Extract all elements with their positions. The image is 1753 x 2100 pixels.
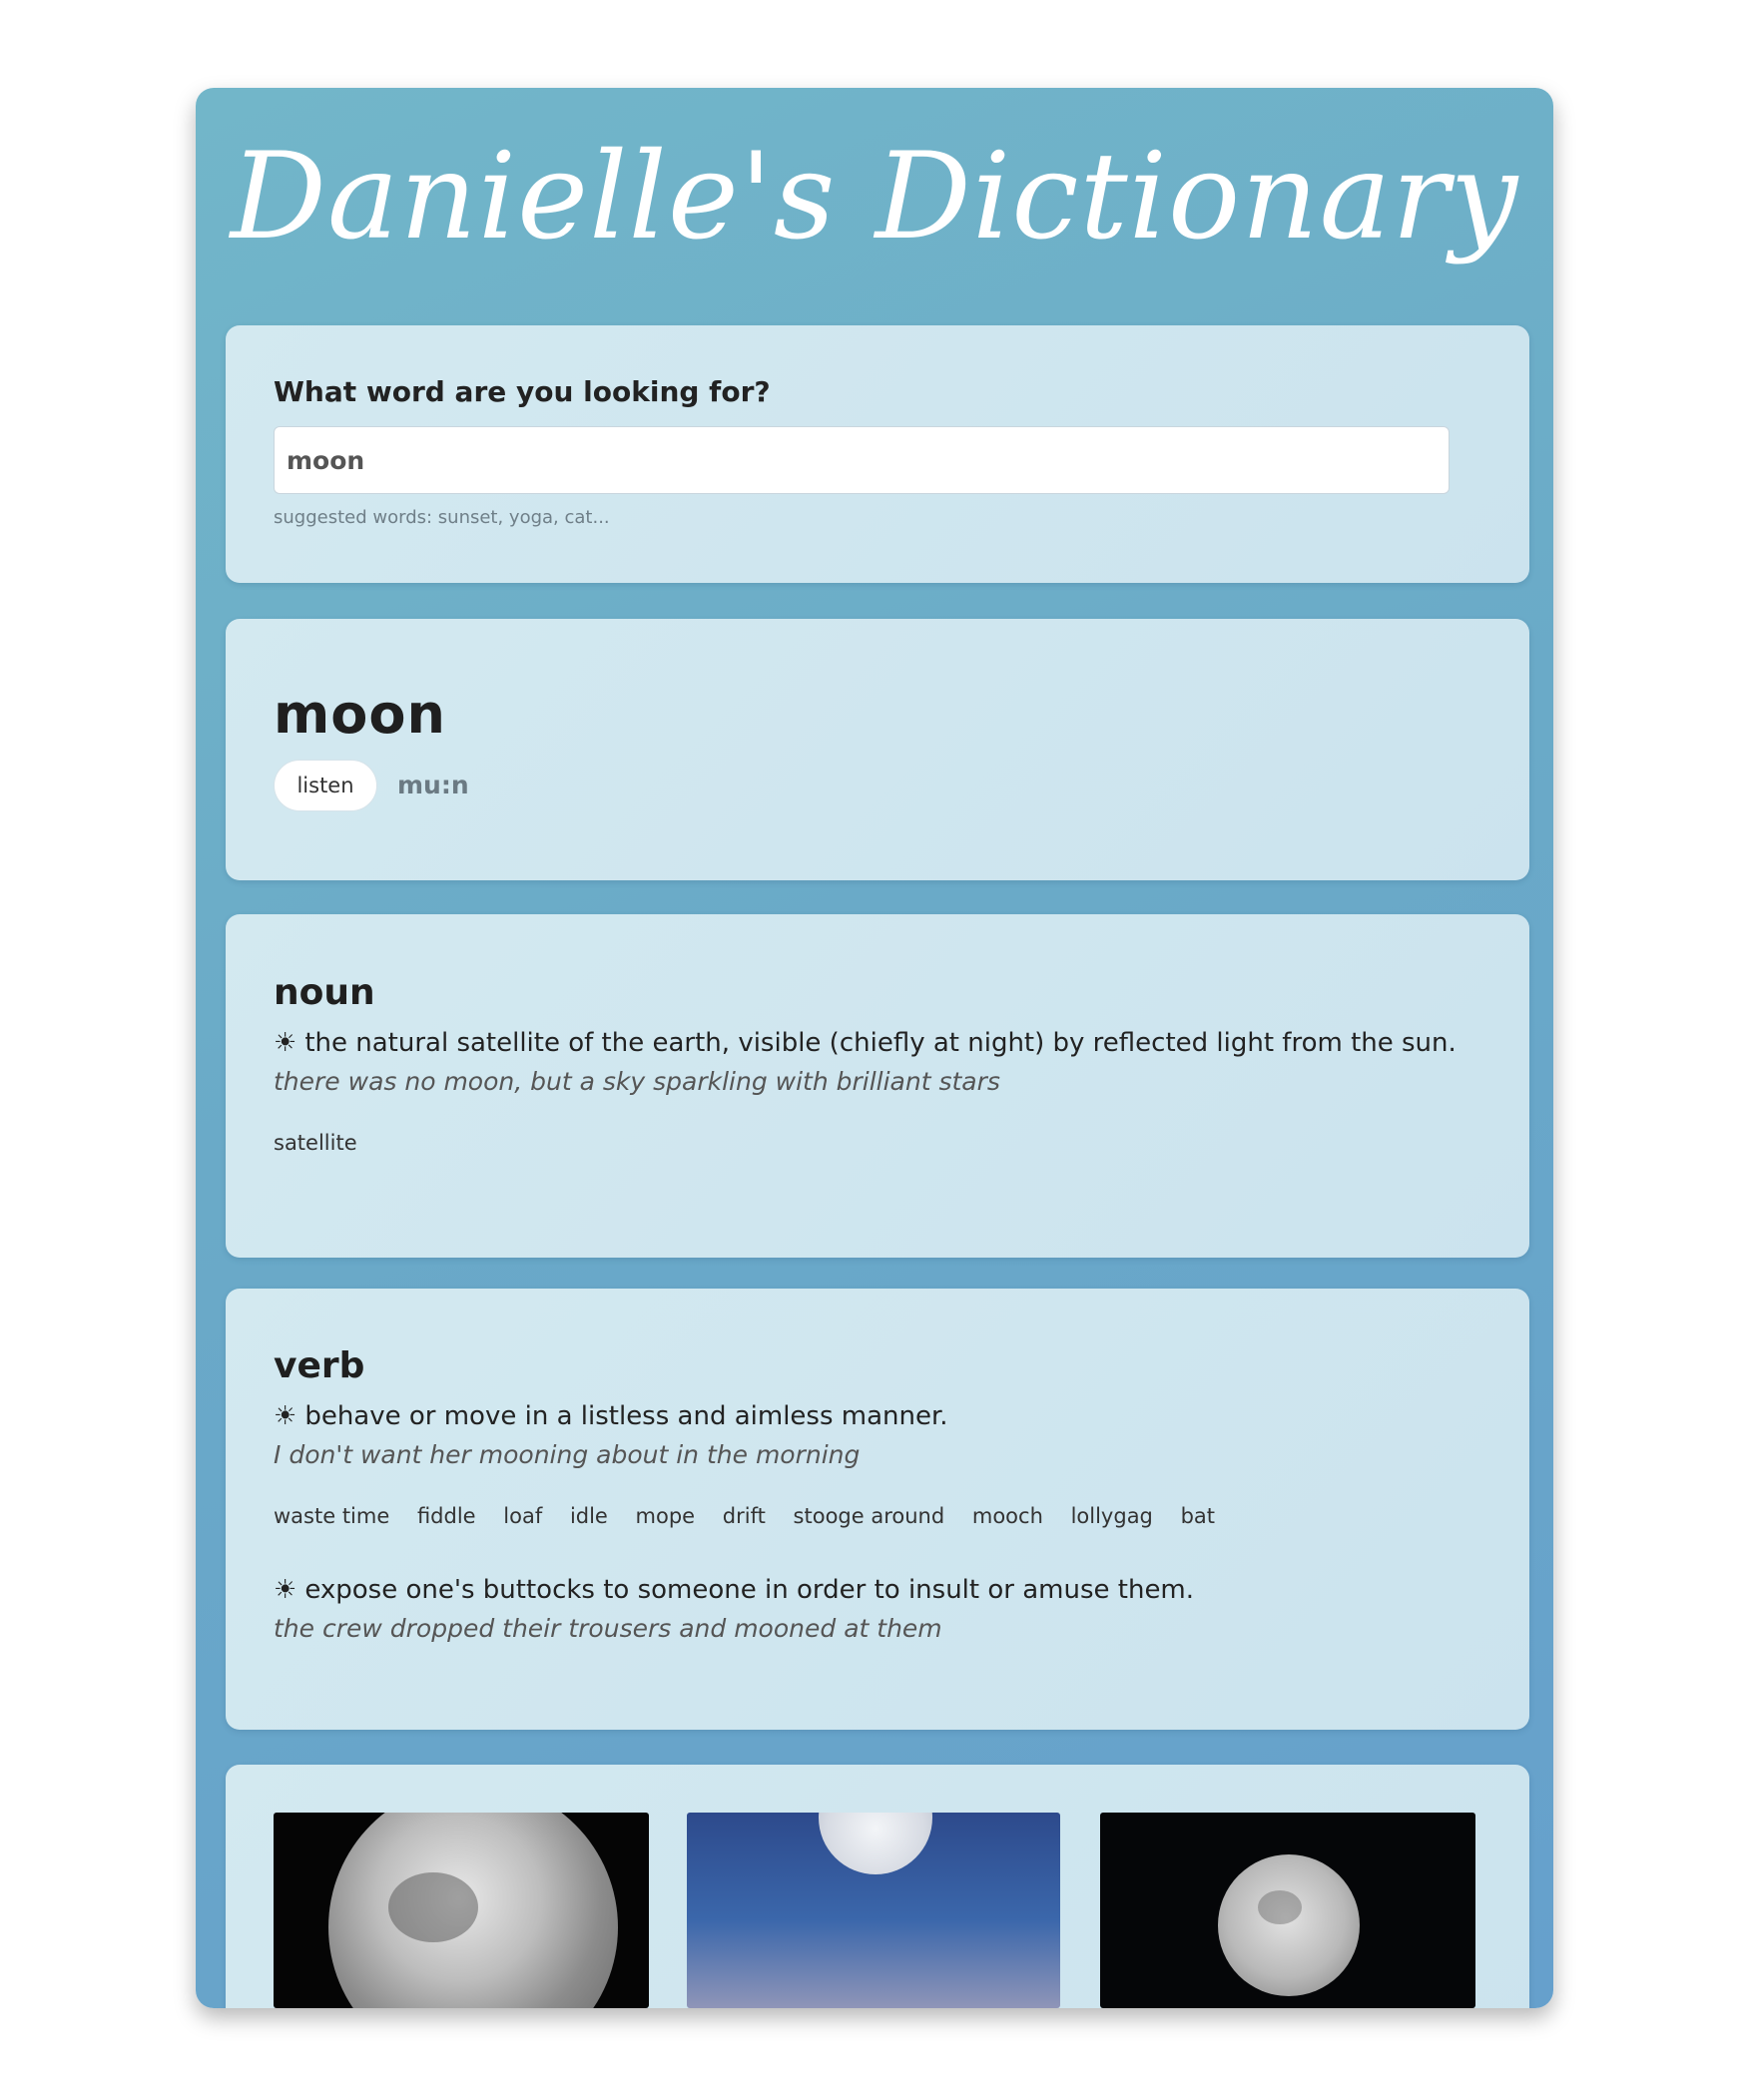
- example-text: there was no moon, but a sky sparkling w…: [274, 1067, 1000, 1096]
- synonym-item: bat: [1180, 1504, 1216, 1528]
- listen-button[interactable]: listen: [274, 760, 377, 811]
- definition-text: ☀ the natural satellite of the earth, vis…: [274, 1028, 1457, 1058]
- moon-image: [328, 1813, 618, 2008]
- word-heading: moon: [274, 683, 446, 746]
- definition-text: ☀ behave or move in a listless and aimles…: [274, 1401, 948, 1431]
- example-text: I don't want her mooning about in the mo…: [274, 1440, 861, 1469]
- sun-bullet-icon: ☀: [274, 1575, 297, 1605]
- definition-text: ☀ expose one's buttocks to someone in ord…: [274, 1575, 1194, 1605]
- synonym-item: lollygag: [1070, 1504, 1153, 1528]
- synonym-item: mope: [635, 1504, 696, 1528]
- moon-image: [1218, 1854, 1360, 1996]
- app-title-header: Danielle's Dictionary: [196, 108, 1553, 327]
- suggested-words-hint: suggested words: sunset, yoga, cat...: [274, 507, 610, 528]
- part-of-speech-heading: verb: [274, 1345, 365, 1386]
- synonym-item: fiddle: [416, 1504, 476, 1528]
- part-of-speech-heading: noun: [274, 972, 375, 1013]
- definition-label: behave or move in a listless and aimless…: [304, 1401, 948, 1431]
- synonym-item: idle: [569, 1504, 608, 1528]
- moon-photo-night[interactable]: [1100, 1813, 1475, 2008]
- synonym-item: drift: [722, 1504, 766, 1528]
- synonym-item: stooge around: [793, 1504, 945, 1528]
- meaning-card-noun: noun ☀ the natural satellite of the earth…: [226, 914, 1529, 1258]
- synonym-list: satellite: [274, 1131, 378, 1155]
- search-question: What word are you looking for?: [274, 375, 771, 408]
- moon-photo-blue-sky[interactable]: [687, 1813, 1060, 2008]
- synonym-item: loaf: [503, 1504, 543, 1528]
- phonetic-text: mu:n: [397, 771, 469, 799]
- word-card: moon listen mu:n: [226, 619, 1529, 880]
- moon-image: [819, 1813, 932, 1874]
- meaning-card-verb: verb ☀ behave or move in a listless and a…: [226, 1289, 1529, 1730]
- example-text: the crew dropped their trousers and moon…: [274, 1614, 942, 1643]
- definition-label: expose one's buttocks to someone in orde…: [304, 1575, 1195, 1605]
- app-title: Danielle's Dictionary: [230, 128, 1519, 266]
- synonym-item: mooch: [971, 1504, 1043, 1528]
- sun-bullet-icon: ☀: [274, 1028, 297, 1058]
- sun-bullet-icon: ☀: [274, 1401, 297, 1431]
- moon-photo-closeup[interactable]: [274, 1813, 649, 2008]
- definition-label: the natural satellite of the earth, visi…: [304, 1028, 1457, 1058]
- synonym-item: waste time: [274, 1504, 390, 1528]
- photos-card: [226, 1765, 1529, 2008]
- synonym-list: waste time fiddle loaf idle mope drift s…: [274, 1504, 1236, 1528]
- search-card: What word are you looking for? suggested…: [226, 325, 1529, 583]
- dictionary-app: Danielle's Dictionary What word are you …: [196, 88, 1553, 2008]
- search-input[interactable]: [274, 426, 1450, 494]
- synonym-item: satellite: [274, 1131, 357, 1155]
